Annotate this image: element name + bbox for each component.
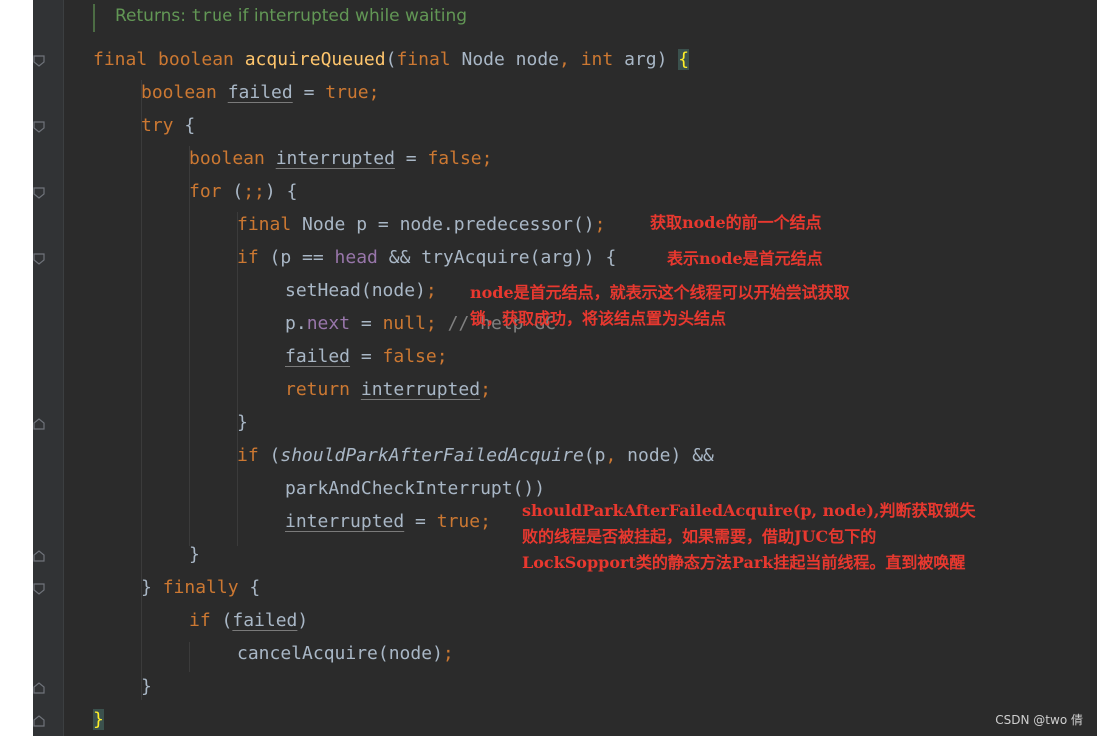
- code-line-15[interactable]: interrupted = true;: [285, 508, 491, 536]
- code-line-6[interactable]: final Node p = node.predecessor();: [237, 211, 605, 239]
- fold-end-marker-icon[interactable]: [33, 682, 45, 694]
- code-line-7[interactable]: if (p == head && tryAcquire(arg)) {: [237, 244, 616, 272]
- code-line-13[interactable]: if (shouldParkAfterFailedAcquire(p, node…: [237, 442, 714, 470]
- fold-end-marker-icon[interactable]: [33, 418, 45, 430]
- annotation-predecessor: 获取node的前一个结点: [650, 213, 822, 232]
- doc-comment-bar: [93, 4, 95, 32]
- code-line-3[interactable]: try {: [141, 112, 195, 140]
- indent-guide: [237, 476, 238, 536]
- fold-end-marker-icon[interactable]: [33, 715, 45, 727]
- code-line-11[interactable]: return interrupted;: [285, 376, 491, 404]
- code-line-14[interactable]: parkAndCheckInterrupt()): [285, 475, 545, 503]
- annotation-set-head: node是首元结点，就表示这个线程可以开始尝试获取 锁，获取成功，将该结点置为头结…: [470, 283, 850, 328]
- code-line-18[interactable]: if (failed): [189, 607, 308, 635]
- code-line-19[interactable]: cancelAcquire(node);: [237, 640, 454, 668]
- code-line-20[interactable]: }: [141, 673, 152, 701]
- code-line-12[interactable]: }: [237, 409, 248, 437]
- indent-guide: [189, 642, 190, 672]
- fold-marker-icon[interactable]: [33, 121, 45, 133]
- annotation-first-node: 表示node是首元结点: [667, 249, 823, 268]
- code-line-16[interactable]: }: [189, 541, 200, 569]
- code-line-1[interactable]: final boolean acquireQueued(final Node n…: [93, 46, 690, 74]
- code-line-2[interactable]: boolean failed = true;: [141, 79, 379, 107]
- code-line-17[interactable]: } finally {: [141, 574, 260, 602]
- annotation-park: shouldParkAfterFailedAcquire(p, node),判断…: [522, 501, 976, 572]
- code-line-21[interactable]: }: [93, 706, 104, 734]
- fold-marker-icon[interactable]: [33, 187, 45, 199]
- indent-guide: [141, 80, 142, 700]
- code-line-8[interactable]: setHead(node);: [285, 277, 437, 305]
- fold-marker-icon[interactable]: [33, 583, 45, 595]
- code-line-5[interactable]: for (;;) {: [189, 178, 297, 206]
- doc-comment: Returns: true if interrupted while waiti…: [115, 6, 468, 26]
- editor-gutter: [33, 0, 64, 736]
- indent-guide: [189, 146, 190, 546]
- fold-marker-icon[interactable]: [33, 253, 45, 265]
- fold-marker-icon[interactable]: [33, 55, 45, 67]
- code-line-10[interactable]: failed = false;: [285, 343, 448, 371]
- watermark: CSDN @two 倩: [995, 713, 1083, 727]
- code-line-4[interactable]: boolean interrupted = false;: [189, 145, 492, 173]
- fold-end-marker-icon[interactable]: [33, 550, 45, 562]
- code-editor[interactable]: Returns: true if interrupted while waiti…: [33, 0, 1097, 736]
